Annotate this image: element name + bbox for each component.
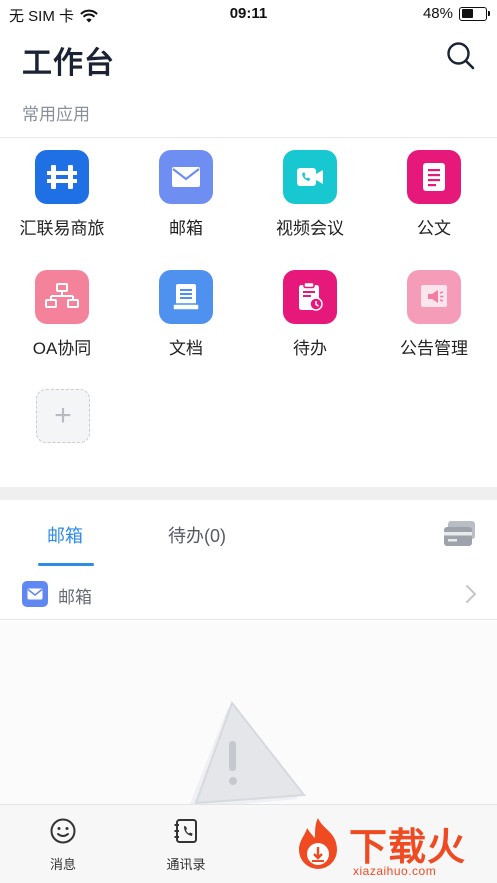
watermark-text: 下载火 <box>349 827 467 869</box>
app-label: 公文 <box>417 219 451 238</box>
nav-item-messages[interactable]: 消息 <box>18 817 108 873</box>
mail-row-label: 邮箱 <box>58 588 92 607</box>
app-label: 待办 <box>293 339 327 358</box>
todo-clipboard-icon <box>283 270 337 324</box>
nav-item-contacts[interactable]: 通讯录 <box>141 817 231 873</box>
nav-label: 消息 <box>49 857 76 872</box>
app-label: 公告管理 <box>400 339 468 358</box>
card-icon <box>444 521 475 546</box>
status-right: 48% <box>422 5 490 22</box>
contacts-icon <box>174 819 197 843</box>
app-label: 文档 <box>169 339 203 358</box>
nav-label: 通讯录 <box>166 857 206 872</box>
org-chart-icon <box>35 270 89 324</box>
video-call-icon <box>283 150 337 204</box>
app-todo[interactable]: 待办 <box>248 270 372 359</box>
search-button[interactable] <box>445 40 477 72</box>
app-label: 邮箱 <box>169 219 203 238</box>
mail-list-item[interactable]: 邮箱 <box>0 568 497 620</box>
mail-icon <box>159 150 213 204</box>
battery-icon <box>459 6 490 21</box>
announcement-icon <box>407 270 461 324</box>
tab-active-indicator <box>38 563 94 566</box>
app-label: 视频会议 <box>276 219 344 238</box>
mail-icon <box>22 581 48 607</box>
file-icon <box>159 270 213 324</box>
travel-icon <box>35 150 89 204</box>
section-separator <box>0 487 497 500</box>
document-icon <box>407 150 461 204</box>
page-title: 工作台 <box>22 47 115 80</box>
app-announcement[interactable]: 公告管理 <box>372 270 496 359</box>
tab-mail[interactable]: 邮箱 <box>47 522 83 548</box>
status-bar: 无 SIM 卡 09:11 48% <box>0 0 497 30</box>
search-icon <box>447 42 475 70</box>
app-label: OA协同 <box>32 339 92 358</box>
app-files[interactable]: 文档 <box>124 270 248 359</box>
app-official-doc[interactable]: 公文 <box>372 150 496 239</box>
app-oa[interactable]: OA协同 <box>0 270 124 359</box>
warning-illustration <box>189 700 306 804</box>
watermark-logo: 下载火 xiazaihuo.com <box>287 812 497 883</box>
chevron-right-icon <box>466 585 477 603</box>
app-travel[interactable]: 汇联易商旅 <box>0 150 124 239</box>
app-video-meeting[interactable]: 视频会议 <box>248 150 372 239</box>
smile-icon <box>50 818 76 844</box>
section-label-common-apps: 常用应用 <box>22 105 90 124</box>
watermark-url: xiazaihuo.com <box>353 864 437 878</box>
battery-percent: 48% <box>422 5 453 22</box>
add-app-button[interactable]: + <box>36 389 90 443</box>
empty-state <box>0 621 497 804</box>
tab-todo[interactable]: 待办(0) <box>168 522 226 548</box>
app-mail[interactable]: 邮箱 <box>124 150 248 239</box>
plus-icon: + <box>54 399 72 432</box>
battery-level <box>461 9 473 18</box>
flame-logo-icon <box>299 818 337 869</box>
card-switch-button[interactable] <box>443 520 477 548</box>
app-label: 汇联易商旅 <box>19 219 105 238</box>
divider <box>0 137 497 138</box>
tab-bar: 邮箱 待办(0) <box>0 500 497 568</box>
